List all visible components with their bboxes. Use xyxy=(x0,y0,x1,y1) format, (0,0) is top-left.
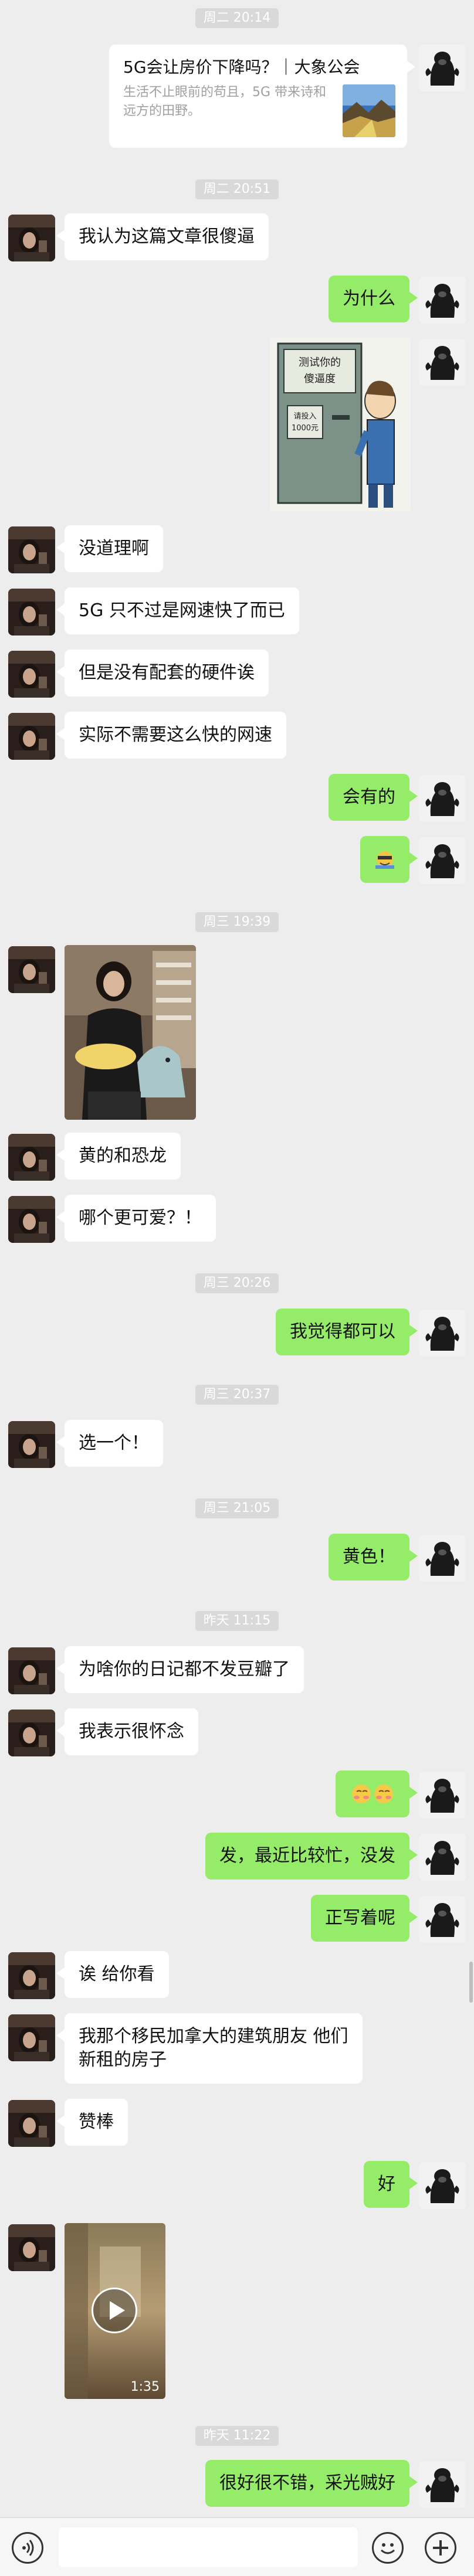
sticker-text: 傻逼度 xyxy=(304,373,336,385)
contact-avatar[interactable] xyxy=(8,2224,55,2271)
my-avatar[interactable] xyxy=(419,45,466,91)
incoming-message: 我认为这篇文章很傻逼 xyxy=(56,213,269,260)
voice-icon[interactable] xyxy=(12,2532,43,2564)
my-avatar[interactable] xyxy=(419,837,466,884)
my-avatar[interactable] xyxy=(419,1896,466,1943)
timestamp: 周三 20:37 xyxy=(0,1385,474,1405)
contact-avatar[interactable] xyxy=(8,589,55,635)
video-message[interactable]: 1:35 xyxy=(65,2223,165,2399)
contact-avatar[interactable] xyxy=(8,651,55,698)
incoming-message: 赞棒 xyxy=(56,2099,128,2146)
timestamp: 周三 21:05 xyxy=(0,1498,474,1518)
contact-avatar[interactable] xyxy=(8,526,55,573)
article-thumbnail xyxy=(343,84,395,137)
sticker-text: 请投入 xyxy=(293,412,316,421)
incoming-message: 没道理啊 xyxy=(56,525,163,572)
outgoing-message: 会有的 xyxy=(329,774,418,821)
contact-avatar[interactable] xyxy=(8,1647,55,1694)
article-card[interactable]: 5G会让房价下降吗？｜大象公会 生活不止眼前的苟且，5G 带来诗和远方的田野。 xyxy=(109,45,415,148)
sticker-emoji-icon xyxy=(375,851,394,869)
scrollbar-thumb[interactable] xyxy=(469,1962,473,2003)
outgoing-message: 发，最近比较忙，没发 xyxy=(205,1833,418,1880)
emoji-icon[interactable] xyxy=(372,2532,404,2564)
sticker-text: 测试你的 xyxy=(299,356,341,369)
incoming-message: 实际不需要这么快的网速 xyxy=(56,712,286,759)
contact-avatar[interactable] xyxy=(8,1196,55,1243)
incoming-message: 我表示很怀念 xyxy=(56,1708,198,1755)
my-avatar[interactable] xyxy=(419,2461,466,2508)
outgoing-emoji-message xyxy=(336,1770,418,1817)
contact-avatar[interactable] xyxy=(8,215,55,261)
my-avatar[interactable] xyxy=(419,339,466,386)
incoming-message: 但是没有配套的硬件诶 xyxy=(56,650,269,696)
shy-face-emoji-icon xyxy=(352,1785,393,1803)
incoming-message: 哪个更可爱？！ xyxy=(56,1195,216,1242)
timestamp: 周三 19:39 xyxy=(0,912,474,932)
article-title: 5G会让房价下降吗？｜大象公会 xyxy=(123,57,360,77)
message-line: 我那个移民加拿大的建筑朋友 他们 xyxy=(79,2026,348,2047)
outgoing-message: 为什么 xyxy=(329,276,418,322)
outgoing-message: 黄色！ xyxy=(329,1534,418,1581)
shared-photo[interactable] xyxy=(65,945,196,1120)
outgoing-message: 我觉得都可以 xyxy=(276,1309,418,1355)
sticker-text: 1000元 xyxy=(292,424,319,433)
incoming-message: 我那个移民加拿大的建筑朋友 他们 新租的房子 xyxy=(56,2013,363,2084)
play-icon[interactable] xyxy=(92,2288,137,2333)
message-line: 新租的房子 xyxy=(79,2050,167,2070)
outgoing-message: 很好很不错，采光贼好 xyxy=(205,2460,418,2507)
timestamp: 昨天 11:15 xyxy=(0,1611,474,1631)
my-avatar[interactable] xyxy=(419,277,466,324)
contact-avatar[interactable] xyxy=(8,1952,55,1999)
message-input[interactable] xyxy=(59,2527,358,2567)
timestamp: 周二 20:14 xyxy=(0,8,474,28)
outgoing-message: 好 xyxy=(364,2161,418,2208)
outgoing-message: 正写着呢 xyxy=(311,1895,418,1942)
sticker-image[interactable]: 测试你的 傻逼度 请投入 1000元 xyxy=(270,338,411,511)
incoming-message: 选一个！ xyxy=(56,1420,163,1467)
incoming-message: 黄的和恐龙 xyxy=(56,1133,181,1180)
add-icon[interactable] xyxy=(425,2532,456,2564)
incoming-message: 5G 只不过是网速快了而已 xyxy=(56,587,299,634)
contact-avatar[interactable] xyxy=(8,2100,55,2147)
incoming-message: 诶 给你看 xyxy=(56,1951,169,1998)
contact-avatar[interactable] xyxy=(8,2014,55,2061)
incoming-message: 为啥你的日记都不发豆瓣了 xyxy=(56,1646,304,1693)
timestamp: 昨天 11:22 xyxy=(0,2426,474,2446)
contact-avatar[interactable] xyxy=(8,1134,55,1181)
my-avatar[interactable] xyxy=(419,775,466,822)
my-avatar[interactable] xyxy=(419,1310,466,1357)
timestamp: 周三 20:26 xyxy=(0,1273,474,1293)
timestamp: 周二 20:51 xyxy=(0,179,474,199)
my-avatar[interactable] xyxy=(419,2162,466,2209)
contact-avatar[interactable] xyxy=(8,1421,55,1468)
my-avatar[interactable] xyxy=(419,1772,466,1819)
contact-avatar[interactable] xyxy=(8,1710,55,1756)
contact-avatar[interactable] xyxy=(8,713,55,760)
contact-avatar[interactable] xyxy=(8,946,55,993)
input-toolbar xyxy=(0,2517,474,2576)
my-avatar[interactable] xyxy=(419,1535,466,1582)
article-description: 生活不止眼前的苟且，5G 带来诗和远方的田野。 xyxy=(123,85,327,118)
video-duration: 1:35 xyxy=(130,2380,160,2394)
my-avatar[interactable] xyxy=(419,1834,466,1881)
outgoing-emoji-message xyxy=(360,836,418,883)
